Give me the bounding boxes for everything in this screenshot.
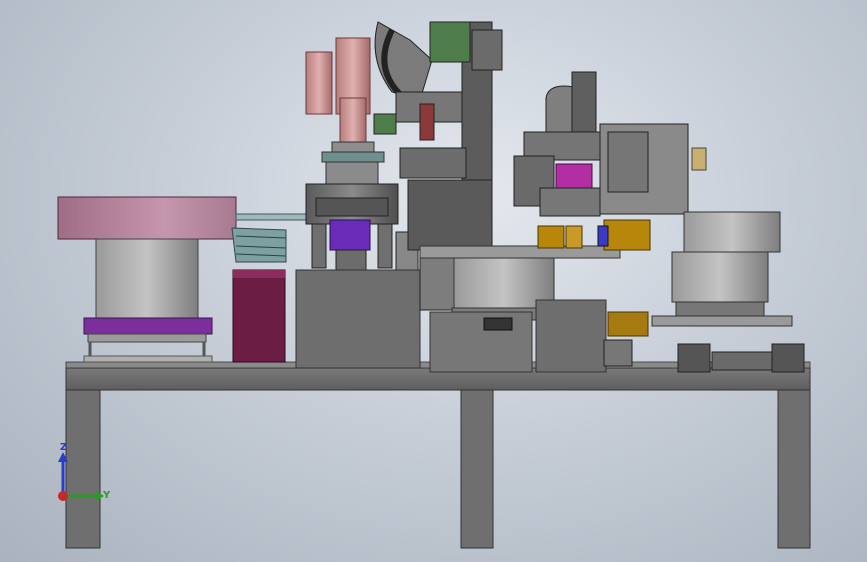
left-vibratory-bowl	[57, 196, 237, 363]
machine-assembly-model[interactable]	[0, 0, 867, 562]
coordinate-triad: Z Y	[58, 442, 111, 501]
z-axis-label: Z	[60, 442, 67, 453]
y-axis-label: Y	[102, 490, 111, 501]
x-axis-dot	[58, 491, 68, 501]
linear-feeder-rail	[231, 213, 307, 363]
right-workhead	[513, 71, 707, 217]
cad-viewport[interactable]: Z Y	[0, 0, 867, 562]
table-frame	[65, 361, 811, 549]
